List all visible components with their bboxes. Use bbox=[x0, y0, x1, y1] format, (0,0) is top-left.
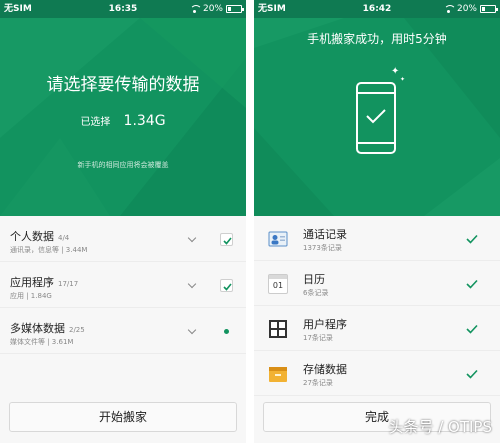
status-bar: 无SIM 16:42 20% bbox=[254, 0, 500, 18]
item-name: 多媒体数据 bbox=[10, 322, 65, 335]
list-item: 通话记录 1373条记录 bbox=[254, 216, 500, 261]
phone-success-icon bbox=[356, 82, 396, 154]
item-detail: 应用 | 1.84G bbox=[10, 292, 52, 300]
check-icon bbox=[223, 283, 232, 291]
item-name: 存储数据 bbox=[303, 363, 347, 376]
sparkle-icon: ✦ bbox=[391, 66, 400, 77]
chevron-down-icon[interactable] bbox=[187, 279, 197, 289]
item-detail: 27条记录 bbox=[303, 379, 333, 387]
item-count: 2/25 bbox=[69, 326, 85, 334]
calendar-icon: 01 bbox=[268, 274, 288, 294]
battery-percent: 20% bbox=[456, 4, 477, 14]
page-title: 请选择要传输的数据 bbox=[46, 75, 200, 95]
screen-divider bbox=[246, 0, 254, 443]
battery-icon bbox=[226, 5, 244, 13]
start-transfer-button[interactable]: 开始搬家 bbox=[9, 402, 237, 432]
check-icon bbox=[466, 279, 478, 289]
item-name: 用户程序 bbox=[303, 318, 347, 331]
watermark: 头条号 / OTIPS bbox=[388, 418, 492, 436]
chevron-down-icon[interactable] bbox=[187, 325, 197, 335]
item-detail: 6条记录 bbox=[303, 289, 329, 297]
check-icon bbox=[466, 369, 478, 379]
storage-box-icon bbox=[269, 367, 287, 382]
calendar-day: 01 bbox=[272, 281, 284, 290]
right-screen: 无SIM 16:42 20% 手机搬家成功，用时5分钟 ✦ ✦ 通话记录 137… bbox=[254, 0, 500, 443]
battery-percent: 20% bbox=[202, 4, 223, 14]
contacts-card-icon bbox=[268, 231, 288, 247]
item-name: 应用程序 bbox=[10, 276, 54, 289]
list-item: 01 日历 6条记录 bbox=[254, 261, 500, 306]
item-detail: 17条记录 bbox=[303, 334, 333, 342]
item-count: 4/4 bbox=[58, 234, 70, 242]
wifi-icon bbox=[189, 5, 202, 13]
sparkle-icon: ✦ bbox=[400, 76, 406, 83]
checkbox[interactable] bbox=[220, 233, 233, 246]
transfer-result-list: 通话记录 1373条记录 01 日历 6条记录 用户程序 17条记录 存储数据 … bbox=[254, 216, 500, 396]
list-item: 存储数据 27条记录 bbox=[254, 351, 500, 396]
selected-size: 已选择 1.34G bbox=[0, 110, 246, 129]
check-icon bbox=[223, 237, 232, 245]
item-count: 17/17 bbox=[58, 280, 79, 288]
check-icon bbox=[466, 324, 478, 334]
data-category-list: 个人数据 4/4 通讯录，信息等 | 3.44M 应用程序 17/17 应用 | 1… bbox=[0, 216, 246, 354]
list-item[interactable]: 应用程序 17/17 应用 | 1.84G bbox=[0, 262, 246, 308]
success-title: 手机搬家成功，用时5分钟 bbox=[307, 32, 447, 46]
overwrite-note: 新手机的相同应用将会被覆盖 bbox=[77, 161, 169, 169]
partial-selection-icon[interactable] bbox=[224, 329, 229, 334]
checkbox[interactable] bbox=[220, 279, 233, 292]
left-screen: 无SIM 16:35 20% 请选择要传输的数据 已选择 1.34G 新手机的相… bbox=[0, 0, 246, 443]
wifi-icon bbox=[443, 5, 456, 13]
chevron-down-icon[interactable] bbox=[187, 233, 197, 243]
selected-value: 1.34G bbox=[123, 113, 166, 129]
list-item: 用户程序 17条记录 bbox=[254, 306, 500, 351]
check-icon bbox=[466, 234, 478, 244]
item-detail: 媒体文件等 | 3.61M bbox=[10, 338, 74, 346]
status-bar: 无SIM 16:35 20% bbox=[0, 0, 246, 18]
battery-icon bbox=[480, 5, 498, 13]
item-name: 个人数据 bbox=[10, 230, 54, 243]
item-detail: 1373条记录 bbox=[303, 244, 342, 252]
item-detail: 通讯录，信息等 | 3.44M bbox=[10, 246, 88, 254]
item-name: 通话记录 bbox=[303, 228, 347, 241]
selected-label: 已选择 bbox=[80, 117, 111, 128]
list-item[interactable]: 多媒体数据 2/25 媒体文件等 | 3.61M bbox=[0, 308, 246, 354]
list-item[interactable]: 个人数据 4/4 通讯录，信息等 | 3.44M bbox=[0, 216, 246, 262]
item-name: 日历 bbox=[303, 273, 325, 286]
apps-grid-icon bbox=[269, 320, 287, 338]
